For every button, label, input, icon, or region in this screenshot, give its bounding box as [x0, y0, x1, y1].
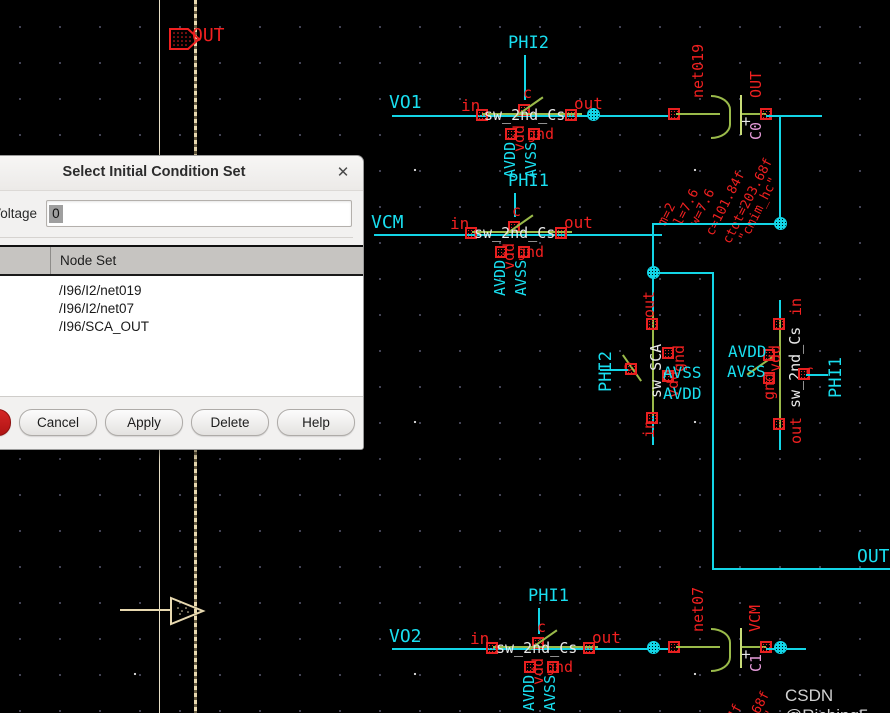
pinlabel-in-sw-right: in: [787, 297, 805, 316]
node-voltage-label: Node Voltage: [0, 206, 38, 221]
instance-name-sw-bot: sw_2nd_Cs: [496, 639, 578, 657]
instance-name-c0: C0: [747, 121, 765, 140]
pinlabel-out-sw-sca: out: [640, 290, 658, 318]
label-phi1-right: PHI1: [826, 357, 846, 398]
dialog-title: Select Initial Condition Set: [62, 164, 246, 180]
label-phi2-sca: PHI2: [596, 351, 616, 392]
pinlabel-in-sw-bot: in: [470, 629, 490, 648]
pinlabel-out-sw-bot: out: [592, 628, 621, 647]
wire-out-horizontal: [712, 568, 890, 570]
pin-out-sw-sca[interactable]: [646, 318, 658, 330]
pinlabel-c-sw-bot: c: [537, 618, 547, 636]
cell-node-set: /I96/I2/net019: [59, 282, 142, 298]
node-voltage-row: Node Voltage 0: [0, 191, 363, 233]
node-voltage-input[interactable]: 0: [46, 200, 352, 227]
pinlabel-c-sw-vcm: c: [512, 202, 522, 220]
wire-phi1-right: [806, 374, 828, 376]
pinlabel-vdd-sw-right: vdd: [766, 344, 784, 372]
delete-button-label: Delete: [210, 415, 250, 430]
direction-arrow-icon: [170, 596, 206, 626]
pinlabel-in-sw-top: in: [461, 96, 481, 115]
pinlabel-c-sw-right: c: [805, 362, 815, 380]
pinlabel-gnd-sw-vcm: gnd: [517, 243, 545, 261]
junction-vo1-node[interactable]: [587, 108, 600, 121]
help-button-label: Help: [302, 415, 330, 430]
table-row[interactable]: 0 /I96/I2/net019: [0, 281, 363, 299]
junction-cap1-right[interactable]: [774, 641, 787, 654]
wire-sw-vcm-out: [568, 234, 662, 236]
cell-node-set: /I96/I2/net07: [59, 300, 135, 316]
pinlabel-in-sw-sca: in: [640, 419, 658, 438]
pin-out-sw-right[interactable]: [773, 418, 785, 430]
cell-voltage: 0: [0, 319, 50, 334]
select-initial-condition-dialog[interactable]: Select Initial Condition Set ✕ Node Volt…: [0, 155, 364, 450]
apply-button-label: Apply: [127, 415, 161, 430]
netlabel-avss-sw-vcm: AVSS: [512, 259, 530, 296]
label-net-vo2: VO2: [389, 626, 422, 647]
label-phi1-vcm: PHI1: [508, 171, 549, 191]
netlabel-avss-sw-right: AVSS: [727, 362, 766, 381]
pinlabel-out-sw-right: out: [787, 416, 805, 444]
wire-right-vertical-top: [779, 115, 781, 227]
wire-cap0-to-right: [766, 115, 822, 117]
instance-name-sw-vcm: sw_2nd_Cs: [474, 224, 556, 242]
label-vcm-cap1: VCM: [746, 604, 764, 632]
label-out-cap0: OUT: [747, 70, 765, 98]
cancel-button[interactable]: Cancel: [19, 409, 97, 436]
netlabel-avss-sw-sca: AVSS: [663, 363, 702, 382]
cancel-button-label: Cancel: [36, 415, 80, 430]
label-net07: net07: [689, 586, 707, 632]
cell-voltage: 0: [0, 283, 50, 298]
pinlabel-gnd-sw-top: gnd: [527, 125, 555, 143]
node-set-list[interactable]: Voltage Node Set 0 /I96/I2/net019 0 /I96…: [0, 245, 363, 397]
netlabel-avdd-sw-sca: AVDD: [663, 384, 702, 403]
pin-cap1-right[interactable]: [760, 641, 772, 653]
label-net-vcm: VCM: [371, 212, 404, 233]
label-net019: net019: [689, 43, 707, 98]
cell-voltage: 0: [0, 301, 50, 316]
table-row[interactable]: 0 /I96/I2/net07: [0, 299, 363, 317]
netlabel-avdd-sw-vcm: AVDD: [491, 259, 509, 296]
pinlabel-gnd-sw-bot: gnd: [546, 658, 574, 676]
instance-name-sw-top: sw_2nd_Cs: [484, 106, 566, 124]
label-net-vo1: VO1: [389, 92, 422, 113]
pinlabel-in-sw-vcm: in: [450, 214, 470, 233]
watermark-text: CSDN @Riching5: [785, 686, 868, 713]
arrow-stem-wire: [120, 609, 170, 611]
column-header-node-set[interactable]: Node Set: [51, 247, 363, 274]
netlabel-avdd-sw-bot: AVDD: [520, 674, 538, 711]
node-set-list-header: Voltage Node Set: [0, 247, 363, 276]
column-header-voltage[interactable]: Voltage: [0, 247, 51, 274]
ok-button[interactable]: OK: [0, 409, 11, 436]
label-net-out-right: OUT: [857, 546, 890, 567]
pinlabel-c-sw-top: c: [523, 84, 533, 102]
wire-mid-branch: [652, 272, 714, 274]
wire-out-vertical: [712, 272, 714, 570]
pinlabel-out-sw-vcm: out: [564, 213, 593, 232]
dialog-titlebar[interactable]: Select Initial Condition Set ✕: [0, 156, 363, 191]
delete-button[interactable]: Delete: [191, 409, 269, 436]
label-port-out-top: OUT: [192, 25, 225, 46]
table-row[interactable]: 0 /I96/SCA_OUT: [0, 317, 363, 335]
pin-cap0-right[interactable]: [760, 108, 772, 120]
junction-vo2-node[interactable]: [647, 641, 660, 654]
label-phi1-bot: PHI1: [528, 586, 569, 606]
symbol-body-sw-right: [779, 320, 781, 430]
cell-node-set: /I96/SCA_OUT: [59, 318, 150, 334]
apply-button[interactable]: Apply: [105, 409, 183, 436]
node-set-list-body: 0 /I96/I2/net019 0 /I96/I2/net07 0 /I96/…: [0, 276, 363, 335]
dialog-button-bar: OK Cancel Apply Delete Help: [0, 397, 363, 449]
pinlabel-c-sw-sca: c: [623, 357, 633, 375]
dialog-divider: [0, 237, 353, 238]
label-phi2-top: PHI2: [508, 33, 549, 53]
help-button[interactable]: Help: [277, 409, 355, 436]
instance-name-c1: C1: [747, 653, 765, 672]
node-voltage-value: 0: [49, 204, 63, 223]
wire-mid-horizontal: [652, 223, 782, 225]
netlabel-avss-sw-bot: AVSS: [541, 674, 559, 711]
netlabel-avdd-sw-right: AVDD: [728, 342, 767, 361]
close-icon[interactable]: ✕: [333, 163, 353, 183]
pin-in-sw-right[interactable]: [773, 318, 785, 330]
